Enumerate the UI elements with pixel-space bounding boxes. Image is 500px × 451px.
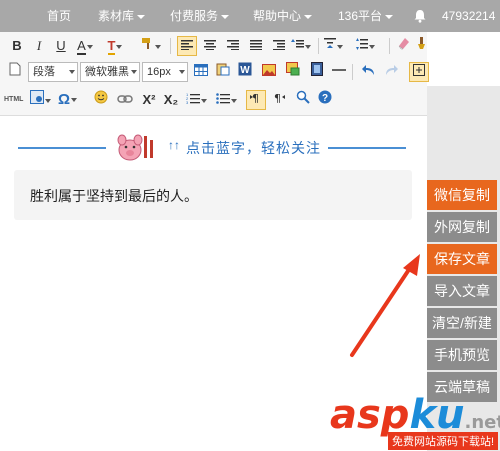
watermark-subtitle: 免费网站源码下载站! <box>388 432 499 450</box>
watermark-net: .net <box>464 412 500 433</box>
annotation-arrow-icon <box>350 254 420 357</box>
